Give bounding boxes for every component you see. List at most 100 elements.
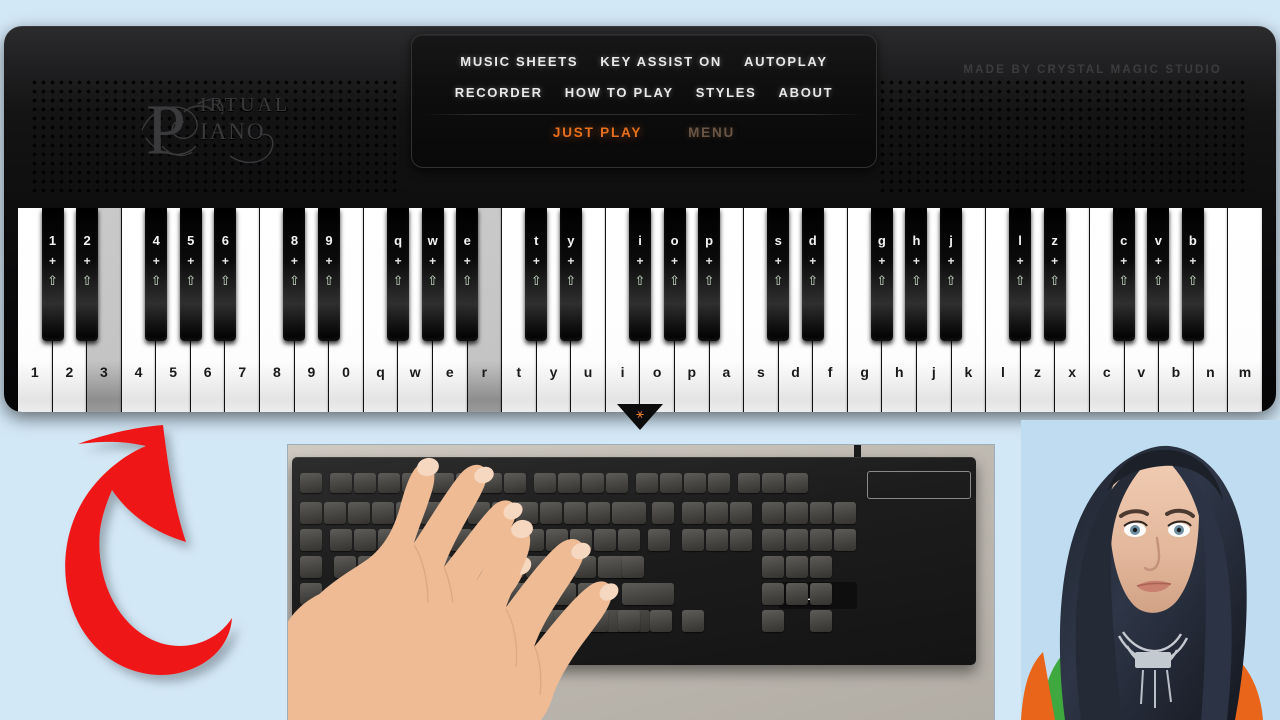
- black-key-2[interactable]: 2 + ⇧: [76, 208, 99, 341]
- black-key-p[interactable]: p + ⇧: [698, 208, 721, 341]
- shift-arrow-icon: ⇧: [876, 273, 888, 288]
- black-key-plus: +: [187, 254, 195, 268]
- black-key-z[interactable]: z + ⇧: [1043, 208, 1066, 341]
- black-key-1[interactable]: 1 + ⇧: [41, 208, 64, 341]
- shift-arrow-icon: ⇧: [565, 273, 577, 288]
- black-key-label-stack: j + ⇧: [940, 234, 962, 287]
- menu-item-how-to-play[interactable]: HOW TO PLAY: [565, 85, 674, 100]
- black-key-8[interactable]: 8 + ⇧: [283, 208, 306, 341]
- black-key-9[interactable]: 9 + ⇧: [318, 208, 340, 341]
- photo-keyboard-key: [682, 610, 704, 632]
- black-key-label-stack: z + ⇧: [1044, 234, 1066, 287]
- white-key-label: f: [827, 364, 833, 380]
- black-key-letter: l: [1018, 233, 1022, 248]
- black-key-label-stack: y + ⇧: [560, 234, 582, 287]
- black-key-plus: +: [567, 254, 575, 268]
- black-key-b[interactable]: b + ⇧: [1181, 208, 1204, 341]
- photo-keyboard-key: [682, 529, 704, 551]
- black-key-letter: 5: [187, 233, 195, 248]
- black-key-plus: +: [1189, 254, 1197, 268]
- piano-keyboard: 1 2 3 4 5 6 7 8 9 0 q w e r t y u i o p a s d f g h j k l z x c v b n m 1 + ⇧…: [18, 208, 1262, 412]
- trophy-icon: ⚹: [636, 406, 644, 421]
- photo-keyboard-key: [762, 556, 784, 578]
- black-key-label-stack: b + ⇧: [1182, 234, 1204, 287]
- black-key-plus: +: [774, 254, 782, 268]
- black-key-o[interactable]: o + ⇧: [663, 208, 686, 341]
- black-key-plus: +: [1120, 254, 1128, 268]
- keyboard-indicator-lights: [867, 471, 971, 499]
- black-key-label-stack: 5 + ⇧: [180, 234, 202, 287]
- photo-keyboard-key: [762, 529, 784, 551]
- black-key-letter: z: [1051, 233, 1058, 248]
- photo-keyboard-key: [810, 583, 832, 605]
- black-key-plus: +: [83, 254, 91, 268]
- photo-keyboard-key: [684, 473, 706, 493]
- shift-arrow-icon: ⇧: [807, 273, 819, 288]
- menu-item-music-sheets[interactable]: MUSIC SHEETS: [460, 54, 578, 69]
- menu-item-recorder[interactable]: RECORDER: [455, 85, 543, 100]
- white-key-label: 7: [238, 364, 247, 380]
- mode-just-play[interactable]: JUST PLAY: [553, 125, 642, 140]
- white-key-label: k: [964, 364, 973, 380]
- black-key-d[interactable]: d + ⇧: [801, 208, 824, 341]
- white-key-label: 1: [30, 364, 39, 380]
- shift-arrow-icon: ⇧: [427, 273, 439, 288]
- shift-arrow-icon: ⇧: [323, 273, 335, 288]
- black-key-v[interactable]: v + ⇧: [1147, 208, 1170, 341]
- mode-menu[interactable]: MENU: [688, 125, 735, 140]
- red-curved-arrow-icon: [65, 425, 232, 675]
- black-key-i[interactable]: i + ⇧: [629, 208, 651, 341]
- black-key-label-stack: 9 + ⇧: [318, 234, 340, 287]
- black-key-y[interactable]: y + ⇧: [559, 208, 582, 341]
- black-key-label-stack: 4 + ⇧: [145, 234, 167, 287]
- black-key-letter: i: [638, 233, 642, 248]
- shift-arrow-icon: ⇧: [219, 273, 231, 288]
- white-key-label: w: [409, 364, 421, 380]
- photo-keyboard-key: [762, 610, 784, 632]
- black-key-plus: +: [1154, 254, 1162, 268]
- photo-keyboard-key: [706, 529, 728, 551]
- black-key-c[interactable]: c + ⇧: [1112, 208, 1135, 341]
- menu-panel: MUSIC SHEETS KEY ASSIST ON AUTOPLAY RECO…: [411, 34, 877, 168]
- white-key-label: h: [894, 364, 904, 380]
- black-key-t[interactable]: t + ⇧: [525, 208, 548, 341]
- black-key-6[interactable]: 6 + ⇧: [214, 208, 237, 341]
- trophy-tab[interactable]: ⚹: [617, 404, 663, 430]
- black-key-4[interactable]: 4 + ⇧: [145, 208, 168, 341]
- menu-row-1: MUSIC SHEETS KEY ASSIST ON AUTOPLAY: [412, 46, 876, 77]
- black-key-letter: 6: [221, 233, 229, 248]
- black-key-label-stack: 8 + ⇧: [283, 234, 305, 287]
- black-key-5[interactable]: 5 + ⇧: [179, 208, 202, 341]
- black-key-plus: +: [1051, 254, 1059, 268]
- photo-keyboard-key: [706, 502, 728, 524]
- black-key-l[interactable]: l + ⇧: [1009, 208, 1032, 341]
- menu-item-styles[interactable]: STYLES: [696, 85, 757, 100]
- white-key-label: j: [931, 364, 936, 380]
- black-key-j[interactable]: j + ⇧: [940, 208, 962, 341]
- black-key-e[interactable]: e + ⇧: [456, 208, 479, 341]
- black-key-g[interactable]: g + ⇧: [870, 208, 893, 341]
- shift-arrow-icon: ⇧: [669, 273, 680, 288]
- black-key-w[interactable]: w + ⇧: [421, 208, 444, 341]
- black-key-q[interactable]: q + ⇧: [387, 208, 410, 341]
- shift-arrow-icon: ⇧: [81, 273, 93, 288]
- black-key-letter: g: [877, 233, 886, 248]
- photo-keyboard-key: [786, 529, 808, 551]
- black-key-letter: 9: [325, 233, 333, 248]
- menu-item-key-assist-on[interactable]: KEY ASSIST ON: [600, 54, 722, 69]
- shift-arrow-icon: ⇧: [703, 273, 715, 288]
- shift-arrow-icon: ⇧: [1118, 273, 1130, 288]
- black-key-h[interactable]: h + ⇧: [905, 208, 928, 341]
- black-key-letter: y: [567, 233, 575, 248]
- white-key-m[interactable]: m: [1228, 208, 1262, 412]
- photo-keyboard-key: [636, 473, 658, 493]
- black-key-letter: h: [912, 233, 921, 248]
- right-hand: [366, 519, 619, 720]
- menu-item-autoplay[interactable]: AUTOPLAY: [744, 54, 828, 69]
- black-key-label-stack: w + ⇧: [422, 234, 444, 287]
- white-key-label: s: [757, 364, 765, 380]
- photo-keyboard-key: [834, 502, 856, 524]
- white-key-label: 2: [65, 364, 74, 380]
- menu-item-about[interactable]: ABOUT: [779, 85, 834, 100]
- black-key-s[interactable]: s + ⇧: [767, 208, 790, 341]
